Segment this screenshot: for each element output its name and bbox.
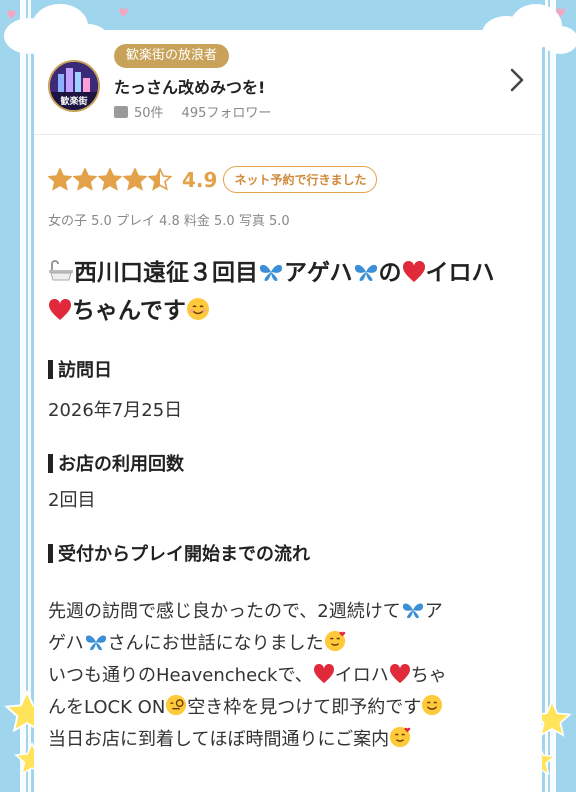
- heart-icon: [389, 664, 410, 684]
- frame-stripe-left-inner: [28, 0, 31, 792]
- butterfly-icon: [259, 264, 283, 281]
- smile-icon: [186, 298, 209, 320]
- title-badge: 歓楽街の放浪者: [114, 44, 230, 68]
- chevron-right-icon[interactable]: [510, 68, 524, 92]
- flow-line: いつも通りのHeavencheckで、 イロハ ちゃ: [48, 664, 447, 686]
- heart-icon: [48, 299, 72, 320]
- flow-body: 先週の訪問で感じ良かったので、2週続けてア ゲハ さんにお世話になりました いつも…: [48, 596, 528, 756]
- review-card: 歓楽街 歓楽街の放浪者 たっさん改めみつを! 50件 495フォロワー 4.9 …: [34, 30, 542, 792]
- star-icon: [123, 167, 147, 191]
- rating-stars: [48, 167, 172, 192]
- heart-icon: ♥: [6, 8, 17, 22]
- love-face-icon: [324, 630, 345, 652]
- love-face-icon: [390, 726, 411, 748]
- title-text: の: [378, 260, 402, 286]
- sub-ratings: 女の子 5.0 プレイ 4.8 料金 5.0 写真 5.0: [48, 214, 290, 229]
- heart-icon: [402, 261, 425, 282]
- flow-line: ゲハ さんにお世話になりました: [48, 628, 528, 660]
- chat-icon: [114, 105, 128, 118]
- title-text: ちゃんです: [72, 298, 186, 324]
- monocle-face-icon: [166, 694, 187, 716]
- rating-value: 4.9: [182, 167, 218, 192]
- star-icon: [48, 167, 72, 191]
- review-count: 50件: [134, 106, 164, 121]
- avatar-image: 歓楽街: [50, 62, 98, 110]
- star-icon: [73, 167, 97, 191]
- flow-line: 当日お店に到着してほぼ時間通りにご案内: [48, 724, 528, 756]
- butterfly-icon: [85, 635, 106, 651]
- heart-icon: ♥: [555, 6, 566, 20]
- flow-line: 先週の訪問で感じ良かったので、2週続けてア: [48, 601, 443, 622]
- visit-date-heading: 訪問日: [48, 356, 112, 382]
- heart-icon: ♥: [118, 6, 129, 20]
- butterfly-icon: [402, 603, 423, 619]
- avatar[interactable]: 歓楽街: [48, 60, 100, 112]
- title-text: アゲハ: [284, 260, 353, 286]
- title-text: 西川口遠征３回目: [74, 260, 258, 286]
- star-icon: [98, 167, 122, 191]
- frame-stripe-right: [550, 0, 556, 792]
- bathtub-icon: [49, 260, 73, 281]
- heart-icon: [313, 664, 334, 684]
- svg-text:歓楽街: 歓楽街: [60, 95, 87, 107]
- frame-stripe-left: [20, 0, 26, 792]
- user-name[interactable]: たっさん改めみつを!: [114, 74, 265, 98]
- visit-date: 2026年7月25日: [48, 400, 183, 421]
- flow-line: んをLOCK ON 空き枠を見つけて即予約です: [48, 692, 528, 724]
- smile-icon: [422, 694, 443, 716]
- visit-count-heading: お店の利用回数: [48, 450, 184, 476]
- follower-count: 495フォロワー: [181, 106, 272, 121]
- reviewer-profile[interactable]: 歓楽街 歓楽街の放浪者 たっさん改めみつを! 50件 495フォロワー: [34, 30, 542, 135]
- profile-stats: 50件 495フォロワー: [114, 102, 271, 121]
- rating-row: 4.9 ネット予約で行きました: [48, 166, 378, 193]
- title-text: イロハ: [425, 260, 495, 286]
- review-title: 西川口遠征３回目 アゲハのイロハちゃんです: [48, 254, 518, 330]
- visit-count: 2回目: [48, 490, 96, 511]
- flow-heading: 受付からプレイ開始までの流れ: [48, 540, 310, 566]
- net-reservation-badge: ネット予約で行きました: [223, 166, 378, 193]
- star-icon: [148, 167, 172, 191]
- butterfly-icon: [354, 264, 377, 281]
- frame-stripe-right-inner: [545, 0, 548, 792]
